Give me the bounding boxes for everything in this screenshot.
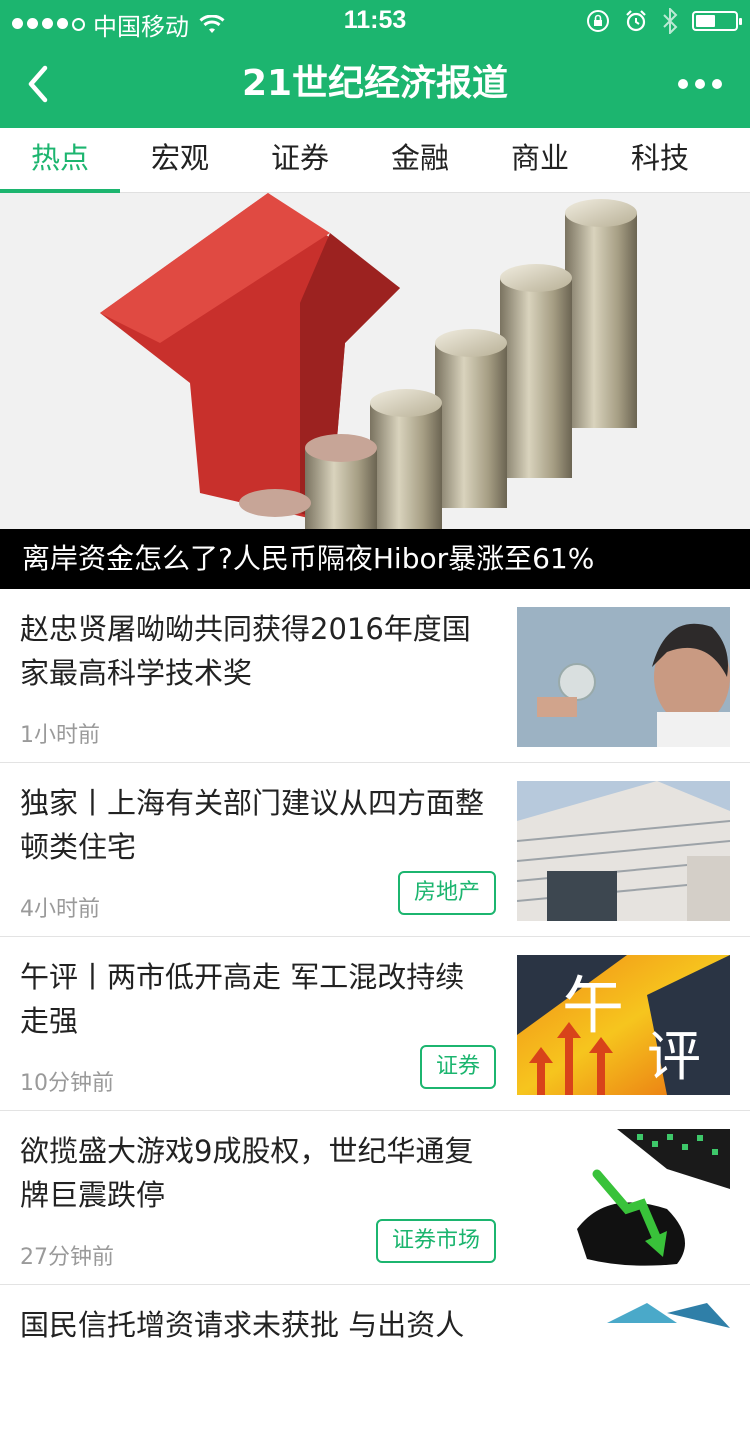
more-dot-icon xyxy=(678,79,688,89)
battery-icon xyxy=(692,11,742,31)
news-thumbnail xyxy=(517,1129,730,1269)
svg-text:评: 评 xyxy=(647,1025,701,1088)
tab-hot[interactable]: 热点 xyxy=(0,128,120,193)
back-button[interactable] xyxy=(10,56,66,112)
chevron-left-icon xyxy=(28,65,48,103)
category-tag[interactable]: 房地产 xyxy=(397,871,496,915)
news-thumbnail xyxy=(517,1303,730,1443)
svg-text:午: 午 xyxy=(562,969,624,1042)
news-item[interactable]: 国民信托增资请求未获批 与出资人 xyxy=(0,1285,750,1443)
news-item[interactable]: 独家丨上海有关部门建议从四方面整顿类住宅 4小时前 房地产 xyxy=(0,763,750,937)
status-right xyxy=(586,8,742,34)
news-title: 午评丨两市低开高走 军工混改持续走强 xyxy=(20,960,465,1038)
category-tag[interactable]: 证券市场 xyxy=(375,1219,496,1263)
news-title: 欲揽盛大游戏9成股权，世纪华通复牌巨震跌停 xyxy=(20,1134,474,1212)
news-thumbnail xyxy=(517,607,730,747)
tab-business[interactable]: 商业 xyxy=(480,128,600,192)
news-item[interactable]: 赵忠贤屠呦呦共同获得2016年度国家最高科学技术奖 1小时前 xyxy=(0,589,750,763)
news-title: 国民信托增资请求未获批 与出资人 xyxy=(20,1308,465,1342)
more-dot-icon xyxy=(695,79,705,89)
status-bar: 中国移动 11:53 xyxy=(0,0,750,41)
tab-technology[interactable]: 科技 xyxy=(600,128,720,192)
battery-level xyxy=(696,15,715,27)
news-time: 10分钟前 xyxy=(20,1071,114,1096)
page-title: 21世纪经济报道 xyxy=(241,63,509,104)
more-button[interactable] xyxy=(670,64,730,104)
more-dot-icon xyxy=(712,79,722,89)
news-thumbnail: 午 评 xyxy=(517,955,730,1095)
tab-securities[interactable]: 证券 xyxy=(240,128,360,192)
tab-finance[interactable]: 金融 xyxy=(360,128,480,192)
tab-macro[interactable]: 宏观 xyxy=(120,128,240,192)
news-time: 1小时前 xyxy=(20,723,100,748)
category-tabs: 热点 宏观 证券 金融 商业 科技 xyxy=(0,128,750,193)
news-title: 独家丨上海有关部门建议从四方面整顿类住宅 xyxy=(20,786,485,864)
bluetooth-icon xyxy=(663,8,678,34)
rotation-lock-icon xyxy=(587,10,609,32)
news-title: 赵忠贤屠呦呦共同获得2016年度国家最高科学技术奖 xyxy=(20,612,471,690)
nav-bar: 21世纪经济报道 xyxy=(0,40,750,128)
alarm-icon xyxy=(626,10,646,32)
news-item[interactable]: 欲揽盛大游戏9成股权，世纪华通复牌巨震跌停 27分钟前 证券市场 xyxy=(0,1111,750,1285)
hero-banner[interactable]: 离岸资金怎么了?人民币隔夜Hibor暴涨至61% xyxy=(0,193,750,589)
hero-caption: 离岸资金怎么了?人民币隔夜Hibor暴涨至61% xyxy=(0,529,750,589)
news-item[interactable]: 午评丨两市低开高走 军工混改持续走强 10分钟前 证券 午 评 xyxy=(0,937,750,1111)
news-time: 27分钟前 xyxy=(20,1245,114,1270)
news-time: 4小时前 xyxy=(20,897,100,922)
news-list: 赵忠贤屠呦呦共同获得2016年度国家最高科学技术奖 1小时前 独家丨上海有关部门… xyxy=(0,589,750,1443)
category-tag[interactable]: 证券 xyxy=(419,1045,496,1089)
news-thumbnail xyxy=(517,781,730,921)
